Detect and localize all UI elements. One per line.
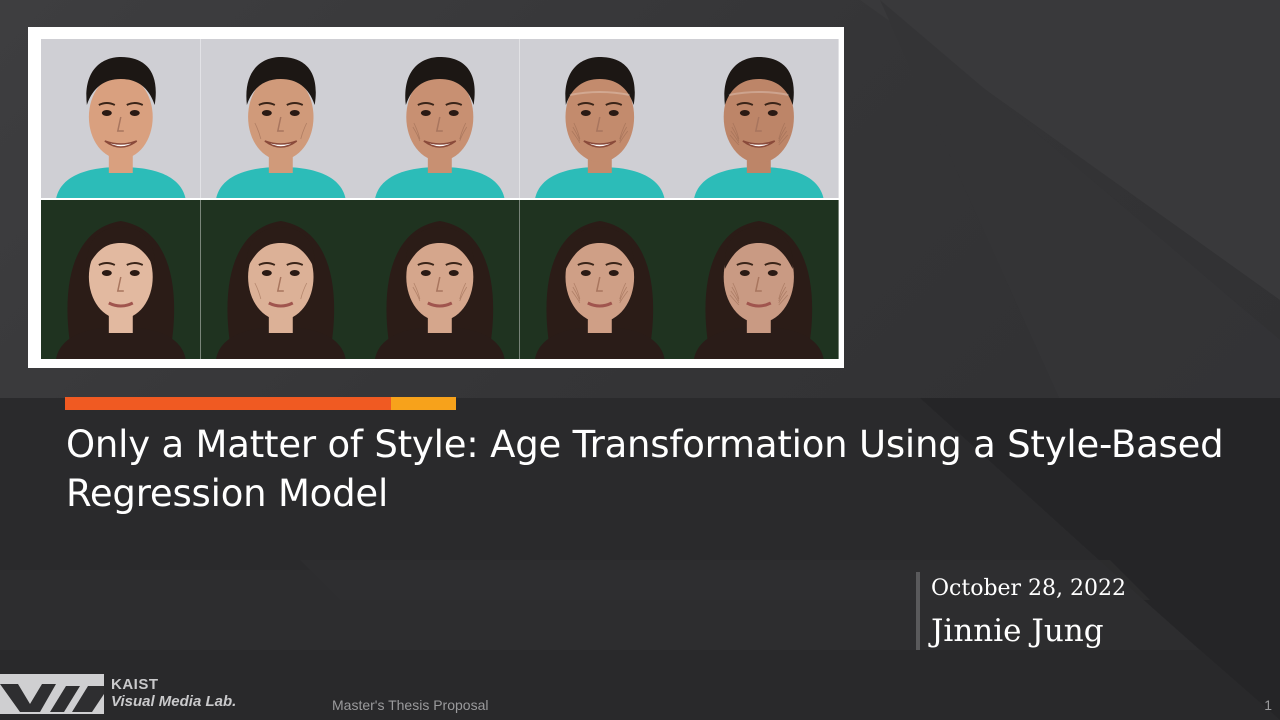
- face-portrait-female-young-adult: [200, 199, 361, 359]
- footer-caption: Master's Thesis Proposal: [332, 697, 489, 713]
- presentation-info: October 28, 2022 Jinnie Jung: [916, 572, 1180, 650]
- face-portrait-male-child: [41, 39, 201, 199]
- face-portrait-male-middle-aged: [519, 39, 680, 199]
- face-portrait-female-adult: [360, 199, 520, 359]
- slide: Only a Matter of Style: Age Transformati…: [0, 0, 1280, 720]
- face-portrait-male-elderly: [679, 39, 839, 199]
- accent-bar-orange: [65, 397, 391, 410]
- slide-title: Only a Matter of Style: Age Transformati…: [66, 423, 1224, 515]
- presenter-name: Jinnie Jung: [931, 613, 1104, 649]
- org-name: KAIST: [111, 676, 159, 693]
- face-portrait-female-child: [41, 199, 201, 359]
- face-portrait-female-elderly: [679, 199, 839, 359]
- age-transformation-figure: [28, 27, 844, 368]
- lab-name: KAIST Visual Media Lab.: [111, 676, 236, 710]
- presentation-date: October 28, 2022: [931, 576, 1127, 601]
- row-divider: [41, 198, 839, 200]
- page-number: 1: [1264, 697, 1272, 713]
- kaist-logo-icon: [0, 674, 104, 714]
- face-portrait-male-adult: [360, 39, 520, 199]
- accent-bar-yellow: [391, 397, 456, 410]
- face-portrait-male-young-adult: [200, 39, 361, 199]
- lab-title: Visual Media Lab.: [111, 693, 237, 710]
- face-portrait-female-middle-aged: [519, 199, 680, 359]
